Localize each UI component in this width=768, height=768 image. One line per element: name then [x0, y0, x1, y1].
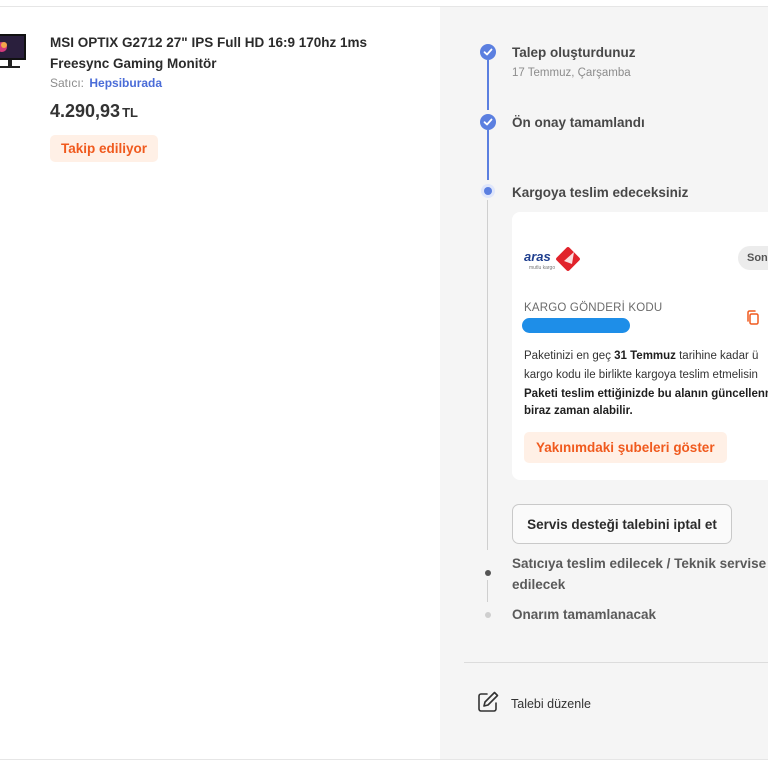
step-title-to-seller: Satıcıya teslim edilecek / Teknik servis…: [512, 553, 768, 595]
carrier-slogan: mutlu kargo: [529, 265, 555, 271]
product-title[interactable]: MSI OPTIX G2712 27" IPS Full HD 16:9 170…: [50, 32, 410, 74]
carrier-logo-text: aras: [524, 249, 551, 264]
step-date-created: 17 Temmuz, Çarşamba: [512, 67, 631, 79]
step-done-check-icon: [480, 114, 496, 130]
step-upcoming-dot-icon: [485, 612, 491, 618]
cancel-support-request-button[interactable]: Servis desteği talebini iptal et: [512, 504, 732, 544]
product-thumbnail[interactable]: [0, 28, 26, 72]
step-title-ship-to-cargo: Kargoya teslim edeceksiniz: [512, 185, 689, 200]
seller-label: Satıcı:: [50, 76, 85, 90]
step-upcoming-dot-icon: [485, 570, 491, 576]
copy-icon[interactable]: [744, 309, 762, 327]
step-done-check-icon: [480, 44, 496, 60]
step-title-line: edilecek: [512, 577, 566, 592]
price-currency: TL: [122, 105, 138, 120]
timeline-connector: [487, 130, 489, 180]
step-title-preapproval: Ön onay tamamlandı: [512, 115, 645, 130]
last-date-chip: Son: [738, 246, 768, 270]
seller-link[interactable]: Hepsiburada: [89, 76, 162, 90]
cargo-code-redacted: [522, 318, 630, 333]
instruction-text: Paketinizi en geç: [524, 350, 615, 362]
timeline-connector: [487, 200, 488, 550]
bottom-border: [0, 759, 768, 760]
edit-request-label: Talebi düzenle: [511, 697, 591, 711]
edit-pencil-icon: [476, 690, 500, 714]
divider: [464, 662, 768, 663]
timeline-connector: [487, 60, 489, 110]
seller-info: Satıcı: Hepsiburada: [50, 76, 162, 90]
monitor-image: [0, 34, 26, 68]
step-title-created: Talep oluşturdunuz: [512, 45, 636, 60]
show-nearby-branches-button[interactable]: Yakınımdaki şubeleri göster: [524, 432, 727, 463]
price-amount: 4.290,93: [50, 101, 121, 121]
step-title-line: Satıcıya teslim edilecek / Teknik servis…: [512, 556, 767, 571]
aras-cargo-logo: aras mutlu kargo: [524, 244, 586, 274]
instruction-line: kargo kodu ile birlikte kargoya teslim e…: [524, 369, 758, 381]
step-current-dot-icon: [481, 184, 495, 198]
cargo-code-label: KARGO GÖNDERİ KODU: [524, 302, 663, 314]
timeline-connector: [487, 580, 488, 602]
deadline-date: 31 Temmuz: [614, 350, 676, 362]
status-badge: Takip ediliyor: [50, 135, 159, 162]
instruction-line: biraz zaman alabilir.: [524, 405, 633, 417]
instruction-text: tarihine kadar ü: [675, 350, 759, 362]
product-price: 4.290,93 TL: [50, 101, 138, 122]
step-title-repair-done: Onarım tamamlanacak: [512, 607, 657, 622]
instruction-line: Paketinizi en geç 31 Temmuz tarihine kad…: [524, 347, 768, 366]
